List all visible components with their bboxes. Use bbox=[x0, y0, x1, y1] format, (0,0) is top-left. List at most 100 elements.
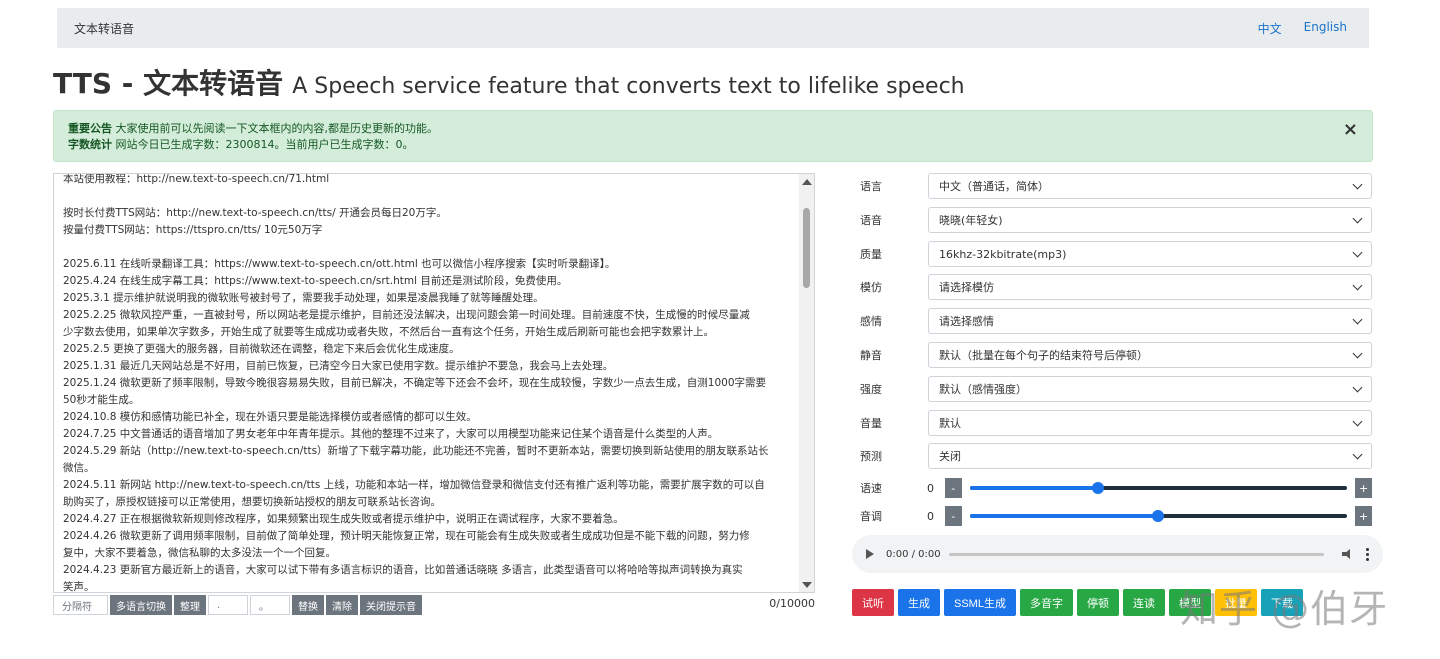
language-links: 中文 English bbox=[1258, 20, 1347, 37]
pitch-slider-knob[interactable] bbox=[1152, 510, 1165, 522]
alert-line-stats: 字数统计 网站今日已生成字数：2300814。当前用户已生成字数：0。 bbox=[68, 137, 1358, 153]
speed-slider[interactable] bbox=[969, 482, 1348, 494]
text-line: 按时长付费TTS网站：http://new.text-to-speech.cn/… bbox=[63, 207, 447, 219]
preview-label: 预测 bbox=[860, 450, 882, 463]
play-icon[interactable] bbox=[866, 549, 874, 559]
silence-select[interactable]: 默认（批量在每个句子的结束符号后停顿） bbox=[928, 342, 1372, 368]
multi-language-switch-button[interactable]: 多语言切换 bbox=[110, 595, 172, 615]
alert-label-stats: 字数统计 bbox=[68, 138, 112, 151]
text-line: 2024.7.25 中文普通话的语音增加了男女老年中年青年提示。其他的整理不过来… bbox=[63, 428, 719, 440]
imitate-row: 模仿 请选择模仿 bbox=[860, 274, 1372, 300]
emotion-select[interactable]: 请选择感情 bbox=[928, 308, 1372, 334]
page-title: TTS - 文本转语音 A Speech service feature tha… bbox=[53, 62, 965, 102]
pitch-minus-button[interactable]: - bbox=[944, 506, 962, 526]
audio-player: 0:00 / 0:00 bbox=[852, 535, 1383, 573]
audio-time: 0:00 / 0:00 bbox=[886, 548, 941, 560]
preview-select[interactable]: 关闭 bbox=[928, 443, 1372, 469]
intensity-row: 强度 默认（感情强度） bbox=[860, 376, 1372, 402]
speed-label: 语速 bbox=[860, 482, 882, 495]
separator-input[interactable]: 分隔符 bbox=[53, 595, 108, 615]
text-line: 50秒才能生成。 bbox=[63, 394, 140, 406]
language-select[interactable]: 中文（普通话，简体） bbox=[928, 173, 1372, 199]
text-content[interactable]: 本站使用教程：http://new.text-to-speech.cn/71.h… bbox=[63, 174, 793, 593]
intensity-value: 默认（感情强度） bbox=[939, 383, 1027, 396]
polyphone-button[interactable]: 多音字 bbox=[1019, 589, 1073, 616]
listen-button[interactable]: 试听 bbox=[852, 589, 894, 616]
quality-value: 16khz-32kbitrate(mp3) bbox=[939, 247, 1067, 261]
text-input-area[interactable]: 本站使用教程：http://new.text-to-speech.cn/71.h… bbox=[53, 173, 815, 593]
chevron-down-icon bbox=[1352, 416, 1363, 426]
tidy-button[interactable]: 整理 bbox=[174, 595, 206, 615]
volume-select[interactable]: 默认 bbox=[928, 410, 1372, 436]
volume-row: 音量 默认 bbox=[860, 410, 1372, 436]
text-toolbar: 分隔符 多语言切换 整理 . 。 替换 清除 关闭提示音 bbox=[53, 595, 422, 615]
chevron-down-icon bbox=[1352, 280, 1363, 290]
speed-slider-fill bbox=[969, 486, 1098, 490]
imitate-select[interactable]: 请选择模仿 bbox=[928, 274, 1372, 300]
clear-button[interactable]: 清除 bbox=[326, 595, 358, 615]
liaison-button[interactable]: 连读 bbox=[1122, 589, 1165, 616]
scroll-down-icon[interactable] bbox=[802, 582, 812, 588]
text-line: 2024.4.27 正在根据微软新规则修改程序，如果频繁出现生成失败或者提示维护… bbox=[63, 513, 624, 525]
volume-label: 音量 bbox=[860, 417, 882, 430]
replace-input[interactable]: 。 bbox=[250, 595, 290, 615]
text-line: 2025.2.5 更换了更强大的服务器，目前微软还在调整，稳定下来后会优化生成速… bbox=[63, 343, 460, 355]
language-row: 语言 中文（普通话，简体） bbox=[860, 173, 1372, 199]
lang-chinese-link[interactable]: 中文 bbox=[1258, 20, 1282, 37]
pitch-slider[interactable] bbox=[969, 510, 1348, 522]
chevron-down-icon bbox=[1352, 179, 1363, 189]
navbar-brand[interactable]: 文本转语音 bbox=[74, 20, 134, 37]
text-line bbox=[63, 239, 793, 256]
pitch-row: 音调 0 - + bbox=[860, 505, 1372, 527]
scroll-up-icon[interactable] bbox=[802, 179, 812, 185]
text-line: 2024.4.26 微软更新了调用频率限制，目前做了简单处理，预计明天能恢复正常… bbox=[63, 530, 750, 542]
download-button[interactable]: 下载 bbox=[1260, 589, 1303, 616]
announcement-alert: 重要公告 大家使用前可以先阅读一下文本框内的内容,都是历史更新的功能。 字数统计… bbox=[53, 110, 1373, 162]
lang-english-link[interactable]: English bbox=[1304, 20, 1347, 37]
top-navbar: 文本转语音 中文 English bbox=[57, 8, 1369, 48]
speed-slider-knob[interactable] bbox=[1091, 482, 1104, 494]
text-line: 复中，大家不要着急，微信私聊的太多没法一个一个回复。 bbox=[63, 547, 336, 559]
pitch-value: 0 bbox=[927, 509, 935, 523]
replace-button[interactable]: 替换 bbox=[292, 595, 324, 615]
language-value: 中文（普通话，简体） bbox=[939, 180, 1049, 193]
pitch-label: 音调 bbox=[860, 510, 882, 523]
textarea-scrollbar[interactable] bbox=[799, 174, 814, 592]
speed-plus-button[interactable]: + bbox=[1355, 478, 1372, 498]
batch-button[interactable]: 批量 bbox=[1214, 589, 1257, 616]
generate-button[interactable]: 生成 bbox=[898, 589, 940, 616]
action-buttons: 试听 生成 SSML生成 多音字 停顿 连读 模型 批量 下载 bbox=[852, 589, 1303, 616]
ssml-generate-button[interactable]: SSML生成 bbox=[944, 589, 1016, 616]
voice-value: 晓晓(年轻女) bbox=[939, 214, 1003, 227]
alert-text-announcement: 大家使用前可以先阅读一下文本框内的内容,都是历史更新的功能。 bbox=[115, 122, 439, 135]
close-tip-sound-button[interactable]: 关闭提示音 bbox=[360, 595, 422, 615]
voice-select[interactable]: 晓晓(年轻女) bbox=[928, 207, 1372, 233]
close-icon[interactable]: × bbox=[1343, 121, 1358, 139]
intensity-select[interactable]: 默认（感情强度） bbox=[928, 376, 1372, 402]
quality-row: 质量 16khz-32kbitrate(mp3) bbox=[860, 241, 1372, 267]
volume-icon[interactable] bbox=[1341, 549, 1352, 559]
text-line: 微信。 bbox=[63, 462, 95, 474]
page-title-sub: A Speech service feature that converts t… bbox=[292, 74, 965, 99]
more-options-icon[interactable] bbox=[1365, 547, 1369, 561]
chevron-down-icon bbox=[1352, 247, 1363, 257]
emotion-value: 请选择感情 bbox=[939, 315, 994, 328]
text-line: 2025.3.1 提示维护就说明我的微软账号被封号了，需要我手动处理，如果是凌晨… bbox=[63, 292, 544, 304]
audio-progress-bar[interactable] bbox=[948, 552, 1324, 556]
page-title-main: TTS - 文本转语音 bbox=[53, 67, 284, 100]
chevron-down-icon bbox=[1352, 213, 1363, 223]
find-input[interactable]: . bbox=[208, 595, 248, 615]
quality-select[interactable]: 16khz-32kbitrate(mp3) bbox=[928, 241, 1372, 267]
scroll-thumb[interactable] bbox=[803, 208, 810, 288]
text-line: 笑声。 bbox=[63, 581, 95, 593]
pause-button[interactable]: 停顿 bbox=[1076, 589, 1119, 616]
speed-minus-button[interactable]: - bbox=[944, 478, 962, 498]
imitate-value: 请选择模仿 bbox=[939, 281, 994, 294]
silence-row: 静音 默认（批量在每个句子的结束符号后停顿） bbox=[860, 342, 1372, 368]
text-line: 少字数去使用，如果单次字数多，开始生成了就要等生成成功或者失败，不然后台一直有这… bbox=[63, 326, 714, 338]
alert-label-announcement: 重要公告 bbox=[68, 122, 112, 135]
text-line: 助购买了，原授权链接可以正常使用，想要切换新站授权的朋友可联系站长咨询。 bbox=[63, 496, 441, 508]
imitate-label: 模仿 bbox=[860, 281, 882, 294]
model-button[interactable]: 模型 bbox=[1168, 589, 1211, 616]
pitch-plus-button[interactable]: + bbox=[1355, 506, 1372, 526]
